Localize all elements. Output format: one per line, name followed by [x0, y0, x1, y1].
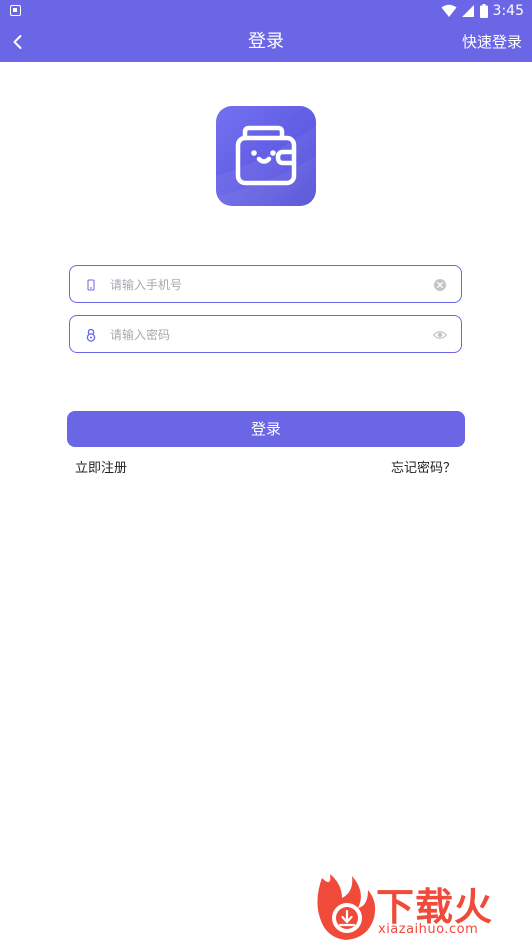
flame-logo-icon	[317, 874, 376, 940]
forgot-password-link[interactable]: 忘记密码？	[391, 457, 456, 476]
lock-icon	[86, 328, 96, 342]
phone-icon	[87, 279, 95, 291]
watermark-domain: xiazaihuo.com	[378, 922, 479, 937]
page-title: 登录	[248, 31, 284, 52]
signal-icon	[461, 5, 474, 17]
eye-icon[interactable]	[433, 328, 447, 342]
quick-login-button[interactable]: 快速登录	[462, 22, 522, 62]
clear-icon[interactable]	[433, 278, 447, 292]
password-input[interactable]	[108, 316, 422, 354]
watermark: 下载火 xiazaihuo.com	[312, 872, 528, 942]
status-bar: 3:45	[0, 0, 532, 22]
app-logo	[216, 106, 316, 206]
wallet-smile-icon	[216, 125, 316, 206]
battery-icon	[479, 4, 488, 18]
register-link[interactable]: 立即注册	[75, 457, 127, 476]
phone-input[interactable]	[108, 266, 422, 304]
phone-field	[69, 265, 462, 304]
password-field	[69, 315, 462, 354]
status-icons: 3:45	[441, 2, 524, 20]
clock: 3:45	[492, 3, 524, 19]
wifi-icon	[441, 4, 457, 17]
login-button[interactable]: 登录	[67, 411, 465, 447]
app-bar: 登录 快速登录	[0, 22, 532, 62]
notification-icon	[10, 5, 21, 16]
